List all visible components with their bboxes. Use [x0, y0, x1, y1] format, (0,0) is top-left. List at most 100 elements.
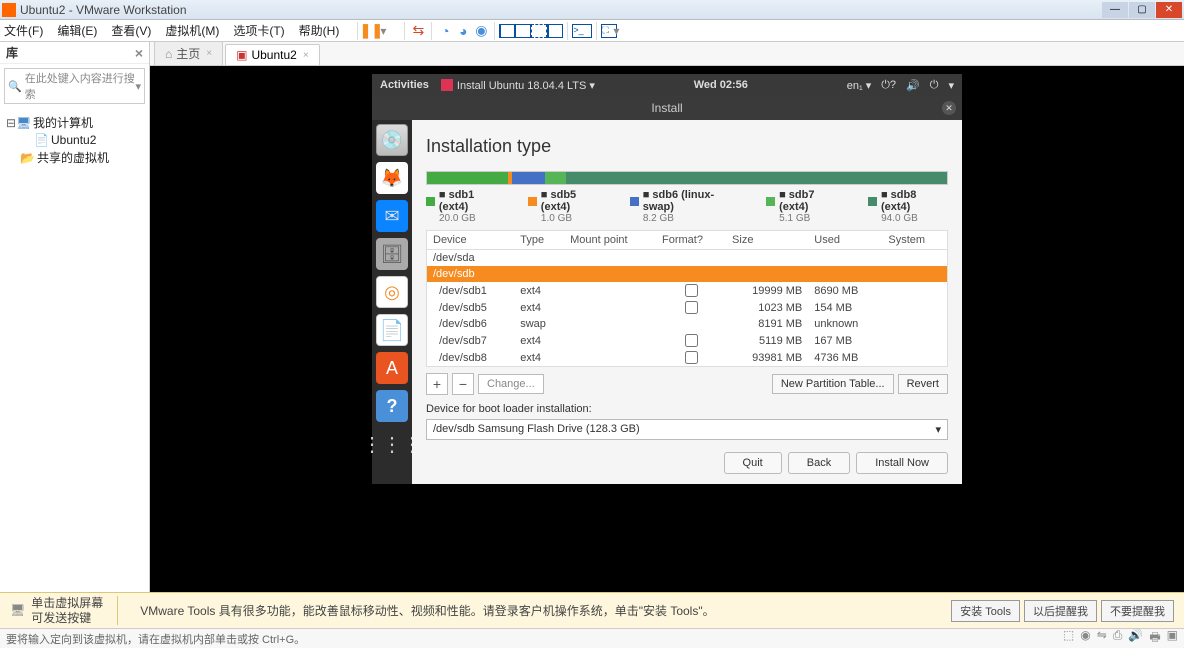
status-hdd-icon[interactable]: ⬚: [1063, 628, 1074, 649]
format-checkbox[interactable]: [685, 301, 698, 314]
window-close-button[interactable]: ✕: [1156, 2, 1182, 18]
status-printer-icon[interactable]: 🖶: [1149, 628, 1160, 649]
dock-files-icon[interactable]: 🗄: [376, 238, 408, 270]
status-cd-icon[interactable]: ◉: [1080, 628, 1090, 649]
library-close-icon[interactable]: ×: [135, 45, 143, 61]
quit-button[interactable]: Quit: [724, 452, 782, 474]
vm-screen[interactable]: Activities Install Ubuntu 18.04.4 LTS ▾ …: [150, 66, 1184, 592]
volume-icon[interactable]: 🔊: [906, 79, 920, 92]
install-tools-button[interactable]: 安装 Tools: [951, 600, 1020, 622]
search-dropdown-icon[interactable]: ▾: [135, 80, 141, 93]
new-partition-table-button[interactable]: New Partition Table...: [772, 374, 894, 394]
partition-bar: [426, 171, 948, 185]
col-header[interactable]: System: [882, 231, 947, 250]
legend-item: ■ sdb7 (ext4)5.1 GB: [766, 189, 846, 224]
col-header[interactable]: Size: [726, 231, 808, 250]
dock-software-icon[interactable]: A: [376, 352, 408, 384]
snapshot-icon[interactable]: ◔: [436, 22, 454, 40]
dock-thunderbird-icon[interactable]: ✉: [376, 200, 408, 232]
layout-single-icon[interactable]: [515, 24, 531, 38]
search-icon: 🔍: [8, 80, 22, 93]
partition-table[interactable]: DeviceTypeMount pointFormat?SizeUsedSyst…: [426, 230, 948, 367]
installer-close-icon[interactable]: ✕: [942, 101, 956, 115]
pause-button[interactable]: ❚❚: [362, 22, 380, 40]
activities-button[interactable]: Activities: [380, 79, 429, 91]
snapshot-manager-icon[interactable]: ◕: [454, 22, 472, 40]
revert-button[interactable]: Revert: [898, 374, 948, 394]
status-usb-icon[interactable]: ⎙: [1113, 628, 1123, 649]
system-menu-icon[interactable]: ▾: [948, 79, 954, 92]
send-cad-icon[interactable]: ⇆: [409, 22, 427, 40]
col-header[interactable]: Format?: [656, 231, 726, 250]
status-nic-icon[interactable]: ⇋: [1097, 628, 1107, 649]
dock-installer-icon[interactable]: 💿: [376, 124, 408, 156]
console-icon[interactable]: >_: [572, 24, 592, 38]
status-sound-icon[interactable]: 🔊: [1128, 628, 1143, 649]
status-text: 要将输入定向到该虚拟机，请在虚拟机内部单击或按 Ctrl+G。: [6, 631, 305, 647]
col-header[interactable]: Used: [808, 231, 882, 250]
layout-fullscreen-icon[interactable]: [531, 24, 547, 38]
tab-ubuntu2[interactable]: ▣ Ubuntu2 ×: [225, 44, 320, 65]
bootloader-select[interactable]: /dev/sdb Samsung Flash Drive (128.3 GB) …: [426, 419, 948, 440]
window-minimize-button[interactable]: —: [1102, 2, 1128, 18]
tab-vm-close-icon[interactable]: ×: [303, 50, 309, 61]
installer-titlebar: Install ✕: [372, 96, 962, 120]
remove-partition-button[interactable]: −: [452, 373, 474, 395]
col-header[interactable]: Mount point: [564, 231, 656, 250]
dock-rhythmbox-icon[interactable]: ◎: [376, 276, 408, 308]
partition-row[interactable]: /dev/sdb: [427, 266, 948, 282]
col-header[interactable]: Device: [427, 231, 515, 250]
tab-home[interactable]: ⌂ 主页 ×: [154, 41, 223, 65]
remind-later-button[interactable]: 以后提醒我: [1024, 600, 1097, 622]
tree-shared-vms[interactable]: 📂 共享的虚拟机: [6, 149, 143, 166]
clock[interactable]: Wed 02:56: [595, 79, 847, 91]
never-remind-button[interactable]: 不要提醒我: [1101, 600, 1174, 622]
back-button[interactable]: Back: [788, 452, 850, 474]
partition-row[interactable]: /dev/sdb6swap8191 MBunknown: [427, 316, 948, 332]
partition-row[interactable]: /dev/sda: [427, 250, 948, 267]
format-checkbox[interactable]: [685, 284, 698, 297]
partition-row[interactable]: /dev/sdb7ext45119 MB167 MB: [427, 332, 948, 349]
format-checkbox[interactable]: [685, 351, 698, 364]
input-source[interactable]: en₁ ▾: [847, 79, 872, 92]
dock-firefox-icon[interactable]: 🦊: [376, 162, 408, 194]
menu-view[interactable]: 查看(V): [111, 22, 151, 39]
partition-row[interactable]: /dev/sdb5ext41023 MB154 MB: [427, 299, 948, 316]
menu-edit[interactable]: 编辑(E): [57, 22, 97, 39]
partition-row[interactable]: /dev/sdb8ext493981 MB4736 MB: [427, 349, 948, 367]
hint-bar: 🖥 单击虚拟屏幕可发送按键 VMware Tools 具有很多功能，能改善鼠标移…: [0, 592, 1184, 628]
stretch-dropdown[interactable]: ▾: [613, 24, 619, 38]
menu-vm[interactable]: 虚拟机(M): [165, 22, 219, 39]
status-display-icon[interactable]: ▣: [1167, 628, 1178, 649]
col-header[interactable]: Type: [514, 231, 564, 250]
pause-dropdown[interactable]: ▾: [380, 24, 386, 38]
library-search-input[interactable]: 🔍 在此处键入内容进行搜索 ▾: [4, 68, 145, 104]
status-bar: 要将输入定向到该虚拟机，请在虚拟机内部单击或按 Ctrl+G。 ⬚ ◉ ⇋ ⎙ …: [0, 628, 1184, 648]
menu-tabs[interactable]: 选项卡(T): [233, 22, 284, 39]
installer-content: Installation type ■ sdb1 (ext4)20.0 GB■ …: [412, 120, 962, 484]
tree-vm-ubuntu2[interactable]: 📄 Ubuntu2: [6, 133, 143, 147]
hint-message: VMware Tools 具有很多功能，能改善鼠标移动性、视频和性能。请登录客户…: [140, 602, 714, 619]
format-checkbox[interactable]: [685, 334, 698, 347]
change-partition-button[interactable]: Change...: [478, 374, 544, 394]
add-partition-button[interactable]: +: [426, 373, 448, 395]
layout-unity-icon[interactable]: [547, 24, 563, 38]
install-now-button[interactable]: Install Now: [856, 452, 948, 474]
tab-bar: ⌂ 主页 × ▣ Ubuntu2 ×: [150, 42, 1184, 66]
dock-writer-icon[interactable]: 📄: [376, 314, 408, 346]
power-icon[interactable]: ⏻: [930, 79, 939, 92]
tab-home-close-icon[interactable]: ×: [206, 48, 212, 59]
ubuntu-desktop: Activities Install Ubuntu 18.04.4 LTS ▾ …: [372, 74, 962, 484]
menu-help[interactable]: 帮助(H): [299, 22, 340, 39]
partition-row[interactable]: /dev/sdb1ext419999 MB8690 MB: [427, 282, 948, 299]
menu-file[interactable]: 文件(F): [4, 22, 43, 39]
dock-help-icon[interactable]: ?: [376, 390, 408, 422]
revert-icon[interactable]: ◉: [472, 22, 490, 40]
dock-show-apps-icon[interactable]: ⋮⋮⋮: [376, 428, 408, 460]
window-maximize-button[interactable]: ▢: [1129, 2, 1155, 18]
layout-thumbnail-icon[interactable]: [499, 24, 515, 38]
ubuntu-dock: 💿 🦊 ✉ 🗄 ◎ 📄 A ? ⋮⋮⋮: [372, 120, 412, 484]
app-menu[interactable]: Install Ubuntu 18.04.4 LTS ▾: [441, 79, 595, 92]
tree-my-computer[interactable]: ⊟🖥 我的计算机: [6, 114, 143, 131]
accessibility-icon[interactable]: ⏻?: [881, 79, 896, 92]
